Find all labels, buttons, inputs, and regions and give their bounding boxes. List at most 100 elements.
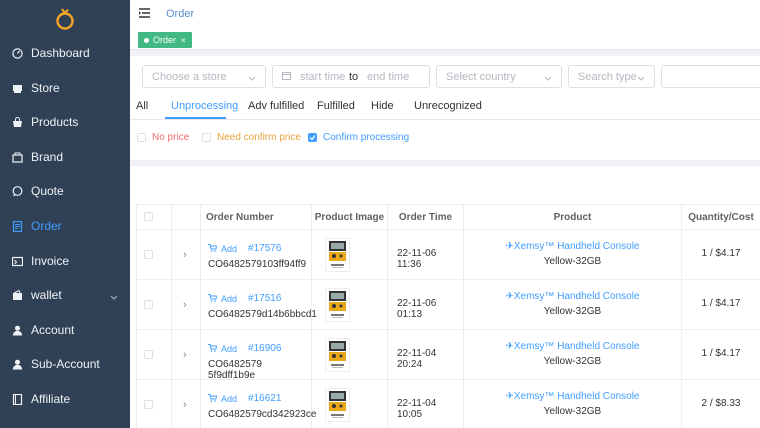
sidebar-item-quote[interactable]: Quote xyxy=(0,174,130,208)
quantity-cost: 2 / $8.33 xyxy=(701,398,741,409)
order-number-link[interactable]: #17576 xyxy=(248,243,281,254)
chevron-down-icon xyxy=(637,73,645,85)
app-logo[interactable] xyxy=(0,0,130,38)
sidebar-item-products[interactable]: Products xyxy=(0,105,130,139)
checkbox-checked[interactable] xyxy=(308,133,317,142)
close-icon[interactable]: × xyxy=(181,36,186,45)
plane-icon: ✈ xyxy=(505,391,514,402)
order-number-link[interactable]: #16906 xyxy=(248,343,281,354)
add-label: Add xyxy=(221,293,238,304)
sidebar-item-account[interactable]: Account xyxy=(0,313,130,347)
plane-icon: ✈ xyxy=(505,241,514,252)
product-name: Xemsy™ Handheld Console xyxy=(513,341,640,352)
table-row[interactable]: › Add #16621 CO6482579cd342923ce 22-11-0… xyxy=(137,380,760,428)
search-type-select[interactable]: Search type xyxy=(568,65,655,88)
chevron-right-icon[interactable]: › xyxy=(183,249,187,261)
cart-icon xyxy=(208,243,218,254)
tag-label: Order xyxy=(153,35,177,45)
product-link[interactable]: ✈Xemsy™ Handheld Console xyxy=(464,341,681,352)
table-row[interactable]: › Add #17576 CO6482579103ff94ff9 22-11-0… xyxy=(137,230,760,280)
sidebar-item-invoice[interactable]: Invoice xyxy=(0,244,130,278)
order-code: CO6482579103ff94ff9 xyxy=(208,259,307,270)
product-thumbnail[interactable] xyxy=(325,238,350,272)
add-link[interactable]: Add #17516 xyxy=(208,293,281,304)
chevron-down-icon xyxy=(248,73,256,85)
product-name: Xemsy™ Handheld Console xyxy=(513,291,640,302)
sidebar-item-affiliate[interactable]: Affiliate xyxy=(0,382,130,416)
date-range-picker[interactable]: start time to end time xyxy=(272,65,430,88)
filter-panel: Choose a store start time to end time Se… xyxy=(130,56,760,160)
quantity-cost: 1 / $4.17 xyxy=(701,248,741,259)
quantity-cost-cell: 1 / $4.17 xyxy=(682,230,760,279)
chevron-right-icon[interactable]: › xyxy=(183,349,187,361)
product-thumbnail[interactable] xyxy=(325,288,350,322)
product-thumbnail[interactable] xyxy=(325,388,350,422)
column-header-order-time: Order Time xyxy=(388,205,464,229)
add-link[interactable]: Add #17576 xyxy=(208,243,281,254)
product-variant: Yellow-32GB xyxy=(543,306,602,317)
add-link[interactable]: Add #16906 xyxy=(208,343,281,354)
hamburger-menu-icon[interactable] xyxy=(139,7,151,21)
sidebar-item-sub-account[interactable]: Sub-Account xyxy=(0,347,130,381)
tab-hide[interactable]: Hide xyxy=(371,100,394,112)
dashboard-icon xyxy=(11,47,23,59)
chevron-down-icon xyxy=(110,290,118,304)
order-number-cell: Add #17576 CO6482579103ff94ff9 xyxy=(201,230,312,279)
product-link[interactable]: ✈Xemsy™ Handheld Console xyxy=(464,241,681,252)
chevron-right-icon[interactable]: › xyxy=(183,299,187,311)
row-checkbox[interactable] xyxy=(144,250,153,259)
quantity-cost-cell: 2 / $8.33 xyxy=(682,380,760,428)
product-link[interactable]: ✈Xemsy™ Handheld Console xyxy=(464,291,681,302)
tab-all[interactable]: All xyxy=(136,100,148,112)
sidebar-item-brand[interactable]: Brand xyxy=(0,140,130,174)
chevron-right-icon[interactable]: › xyxy=(183,399,187,411)
cart-icon xyxy=(208,393,218,404)
tab-unrecognized[interactable]: Unrecognized xyxy=(414,100,482,112)
country-select[interactable]: Select country xyxy=(436,65,562,88)
start-time-input[interactable]: start time xyxy=(300,71,349,83)
add-link[interactable]: Add #16621 xyxy=(208,393,281,404)
product-thumbnail[interactable] xyxy=(325,338,350,372)
tab-fulfilled[interactable]: Fulfilled xyxy=(317,100,355,112)
checkbox[interactable] xyxy=(202,133,211,142)
sidebar-item-dashboard[interactable]: Dashboard xyxy=(0,36,130,70)
cart-icon xyxy=(208,293,218,304)
search-input[interactable] xyxy=(661,65,760,88)
tab-unprocessing[interactable]: Unprocessing xyxy=(171,100,238,112)
table-row[interactable]: › Add #17516 CO6482579d14b6bbcd1 22-11-0… xyxy=(137,280,760,330)
tab-tag-order[interactable]: Order × xyxy=(138,32,192,48)
product-cell: ✈Xemsy™ Handheld Console Yellow-32GB xyxy=(464,380,682,428)
order-number-link[interactable]: #16621 xyxy=(248,393,281,404)
sidebar-item-wallet[interactable]: wallet xyxy=(0,278,130,312)
sidebar: Dashboard Store Products Brand Quote Ord… xyxy=(0,0,130,428)
end-time-input[interactable]: end time xyxy=(367,71,409,83)
order-time-cell: 22-11-04 20:24 xyxy=(388,330,464,379)
sidebar-item-order[interactable]: Order xyxy=(0,209,130,243)
add-label: Add xyxy=(221,393,238,404)
table-row[interactable]: › Add #16906 CO6482579 5f9dff1b9e 22-11-… xyxy=(137,330,760,381)
expand-header-cell xyxy=(172,205,201,229)
checkbox-label: Confirm processing xyxy=(323,132,410,143)
row-checkbox[interactable] xyxy=(144,350,153,359)
product-image-cell xyxy=(312,330,388,379)
store-icon xyxy=(11,82,23,94)
store-select[interactable]: Choose a store xyxy=(142,65,266,88)
tab-adv-fulfilled[interactable]: Adv fulfilled xyxy=(248,100,304,112)
row-checkbox[interactable] xyxy=(144,300,153,309)
filter-confirm-processing[interactable]: Confirm processing xyxy=(308,132,409,143)
column-header-quantity-cost: Quantity/Cost xyxy=(682,205,760,229)
sidebar-item-label: Dashboard xyxy=(31,46,90,60)
add-label: Add xyxy=(221,243,238,254)
breadcrumb[interactable]: Order xyxy=(166,8,194,20)
filter-need-confirm-price[interactable]: Need confirm price xyxy=(202,132,301,143)
row-checkbox[interactable] xyxy=(144,400,153,409)
checkbox[interactable] xyxy=(137,133,146,142)
row-select-cell xyxy=(137,230,172,279)
sidebar-item-label: Sub-Account xyxy=(31,357,100,371)
filter-no-price[interactable]: No price xyxy=(137,132,189,143)
product-link[interactable]: ✈Xemsy™ Handheld Console xyxy=(464,391,681,402)
order-number-link[interactable]: #17516 xyxy=(248,293,281,304)
row-select-cell xyxy=(137,330,172,379)
sidebar-item-store[interactable]: Store xyxy=(0,71,130,105)
select-all-checkbox[interactable] xyxy=(144,212,153,221)
